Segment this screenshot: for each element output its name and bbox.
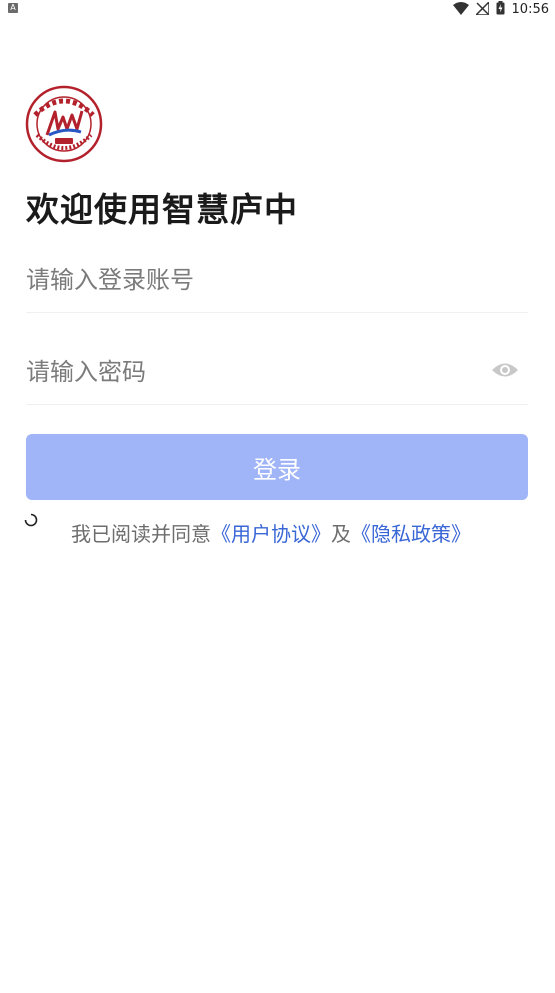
password-input[interactable] <box>26 340 476 404</box>
no-signal-icon <box>473 0 490 19</box>
password-field <box>26 340 528 405</box>
school-logo <box>25 85 103 163</box>
battery-icon <box>496 0 505 19</box>
agreement-text: 我已阅读并同意《用户协议》及《隐私政策》 <box>71 518 471 547</box>
agreement-and: 及 <box>331 522 351 546</box>
agreement-prefix: 我已阅读并同意 <box>71 522 211 546</box>
a-notification-icon: A <box>8 3 18 13</box>
status-time: 10:56 <box>511 1 549 17</box>
account-input[interactable] <box>26 248 528 312</box>
show-password-eye-icon[interactable] <box>490 358 520 382</box>
account-field <box>26 248 528 313</box>
status-bar: A 10:56 <box>0 0 555 18</box>
page-title: 欢迎使用智慧庐中 <box>26 190 298 229</box>
user-agreement-link[interactable]: 《用户协议》 <box>211 522 331 546</box>
status-icons: 10:56 <box>452 0 549 19</box>
wifi-icon <box>452 0 469 19</box>
login-button[interactable]: 登录 <box>26 434 528 500</box>
agreement-radio[interactable] <box>24 512 38 527</box>
privacy-policy-link[interactable]: 《隐私政策》 <box>351 522 471 546</box>
